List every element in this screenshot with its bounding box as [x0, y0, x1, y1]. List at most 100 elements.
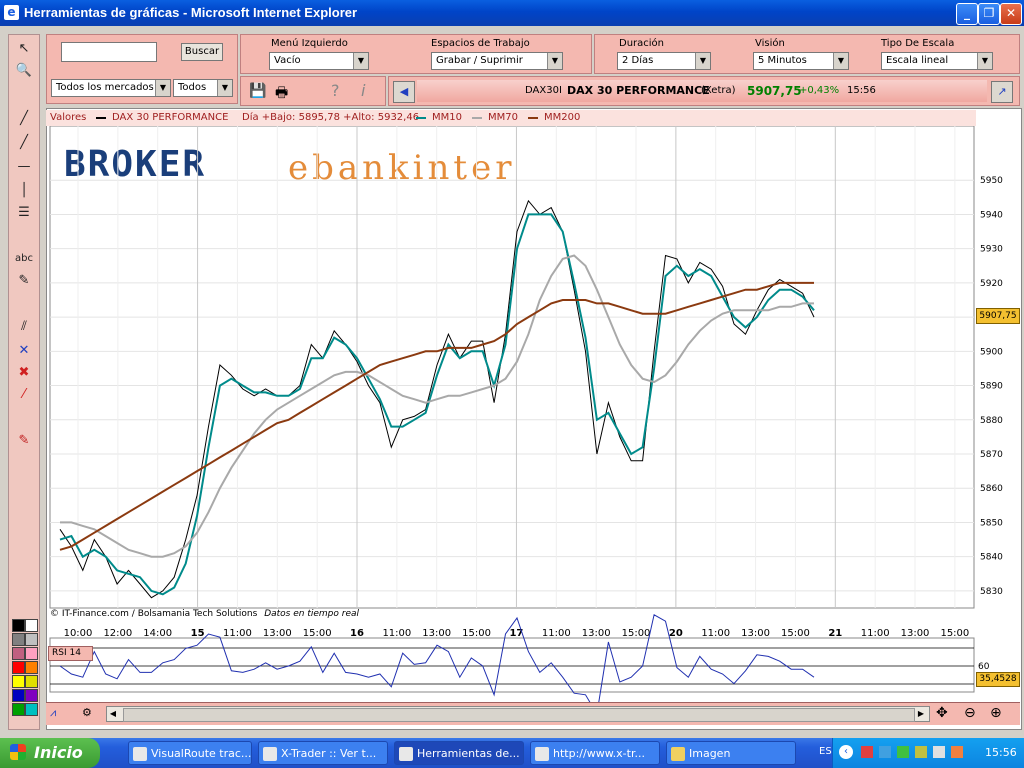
horizontal-line-icon[interactable]: — [13, 157, 35, 177]
x-tick-label: 15:00 [781, 628, 810, 639]
filter-select[interactable]: Todos ▼ [173, 79, 233, 97]
maximize-button[interactable]: ❐ [978, 3, 1000, 25]
duration-select[interactable]: 2 Días ▼ [617, 52, 711, 70]
tray-icon[interactable] [861, 746, 873, 758]
task-herramientas[interactable]: Herramientas de... [394, 741, 524, 765]
action-toolbar: 💾 🖶 ? i [240, 76, 386, 106]
tray-icon[interactable] [915, 746, 927, 758]
channel-icon[interactable]: ⫽ [13, 317, 35, 337]
pointer-arrow-icon[interactable]: ↖ [13, 39, 35, 59]
close-button[interactable]: ✕ [1000, 3, 1022, 25]
horizontal-scrollbar[interactable]: ◀ ▶ [106, 706, 930, 722]
color-olive[interactable] [25, 675, 38, 688]
vision-select[interactable]: 5 Minutos ▼ [753, 52, 849, 70]
y-tick-label: 5870 [980, 450, 1003, 460]
printer-icon[interactable]: 🖶 [275, 82, 288, 106]
scale-select[interactable]: Escala lineal ▼ [881, 52, 993, 70]
x-tick-label: 13:00 [582, 628, 611, 639]
window-title: Herramientas de gráficas - Microsoft Int… [24, 5, 358, 20]
trend-line-icon[interactable]: ╱ [13, 133, 35, 153]
tray-icon[interactable] [951, 746, 963, 758]
color-green[interactable] [12, 703, 25, 716]
x-tick-label: 15:00 [622, 628, 651, 639]
chevron-down-icon: ▼ [155, 80, 170, 96]
text-tool-icon[interactable]: abc [13, 249, 35, 269]
zoom-out-icon[interactable]: ⊖ [964, 705, 976, 721]
scroll-left-icon[interactable]: ◀ [107, 707, 119, 721]
task-imagen[interactable]: Imagen [666, 741, 796, 765]
color-cyan[interactable] [25, 703, 38, 716]
menu-label: Menú Izquierdo [271, 38, 348, 49]
workspace-select[interactable]: Grabar / Suprimir ▼ [431, 52, 563, 70]
menu-select[interactable]: Vacío ▼ [269, 52, 369, 70]
x-tick-label: 12:00 [103, 628, 132, 639]
search-panel: Buscar Todos los mercados ▼ Todos ▼ [46, 34, 238, 104]
zoom-icon[interactable]: 🔍 [13, 61, 35, 81]
color-yellow[interactable] [12, 675, 25, 688]
legend-price-name: DAX 30 PERFORMANCE [112, 112, 229, 123]
zoom-in-icon[interactable]: ⊕ [990, 705, 1002, 721]
ie-icon: e [4, 5, 19, 20]
fibonacci-icon[interactable]: ☰ [13, 203, 35, 223]
color-black[interactable] [12, 619, 25, 632]
back-arrow-icon[interactable]: ◀ [393, 81, 415, 103]
task-visualroute[interactable]: VisualRoute trac... [128, 741, 252, 765]
edit-icon[interactable]: ✎ [13, 431, 35, 451]
indicator-icon[interactable]: ⩘ [50, 706, 72, 721]
language-indicator[interactable]: ES [819, 746, 832, 757]
app-icon [133, 747, 147, 761]
color-blue[interactable] [12, 689, 25, 702]
task-xtrader[interactable]: X-Trader :: Ver t... [258, 741, 388, 765]
tray-icon[interactable] [879, 746, 891, 758]
markets-select[interactable]: Todos los mercados ▼ [51, 79, 171, 97]
clock: 15:56 [985, 746, 1017, 759]
rsi-label: RSI 14 [48, 646, 93, 661]
y-tick-label: 5920 [980, 279, 1003, 289]
scale-label: Tipo De Escala [881, 38, 955, 49]
task-xtrader-url[interactable]: http://www.x-tr... [530, 741, 660, 765]
points-line-icon[interactable]: ✕ [13, 341, 35, 361]
pencil-icon[interactable]: ✎ [13, 271, 35, 291]
save-icon[interactable]: 💾 [249, 83, 266, 99]
quote-price: 5907,75 [747, 84, 802, 98]
system-tray: ES ‹ 15:56 [819, 738, 1024, 768]
chart-legend: Valores DAX 30 PERFORMANCE Día +Bajo: 58… [46, 110, 976, 126]
scroll-right-icon[interactable]: ▶ [915, 707, 927, 721]
delete-icon[interactable]: ✖ [13, 363, 35, 383]
color-gray[interactable] [12, 633, 25, 646]
scroll-thumb[interactable] [123, 708, 915, 722]
x-tick-label: 11:00 [382, 628, 411, 639]
chart-credits: © IT-Finance.com / Bolsamania Tech Solut… [50, 609, 360, 619]
move-icon[interactable]: ✥ [936, 705, 948, 721]
search-button[interactable]: Buscar [181, 43, 223, 61]
y-tick-label: 5940 [980, 210, 1003, 220]
tray-icon[interactable] [933, 746, 945, 758]
price-chart[interactable]: 5830584058505860587058805890590059105920… [46, 126, 1020, 728]
tray-icon[interactable] [897, 746, 909, 758]
folder-icon [671, 747, 685, 761]
vertical-line-icon[interactable]: │ [13, 181, 35, 201]
color-silver[interactable] [25, 633, 38, 646]
color-pink[interactable] [25, 647, 38, 660]
help-icon[interactable]: ? [331, 81, 340, 100]
diagonal-line-icon[interactable]: ╱ [13, 109, 35, 129]
chevron-left-icon[interactable]: ‹ [839, 745, 853, 759]
search-input[interactable] [61, 42, 157, 62]
settings-icon[interactable]: ⚙ [82, 706, 92, 721]
info-icon[interactable]: i [361, 81, 365, 100]
color-red[interactable] [12, 661, 25, 674]
x-tick-label: 15:00 [303, 628, 332, 639]
vision-label: Visión [755, 38, 785, 49]
delete-all-icon[interactable]: ⁄ [13, 385, 35, 405]
x-tick-label: 11:00 [223, 628, 252, 639]
color-white[interactable] [25, 619, 38, 632]
y-tick-label: 5900 [980, 347, 1003, 357]
chart-type-icon[interactable]: ↗ [991, 81, 1013, 103]
minimize-button[interactable]: _ [956, 3, 978, 25]
y-tick-label: 5830 [980, 587, 1003, 597]
ie-icon [399, 747, 413, 761]
color-orange[interactable] [25, 661, 38, 674]
color-rose[interactable] [12, 647, 25, 660]
start-button[interactable]: Inicio [0, 738, 100, 768]
color-purple[interactable] [25, 689, 38, 702]
